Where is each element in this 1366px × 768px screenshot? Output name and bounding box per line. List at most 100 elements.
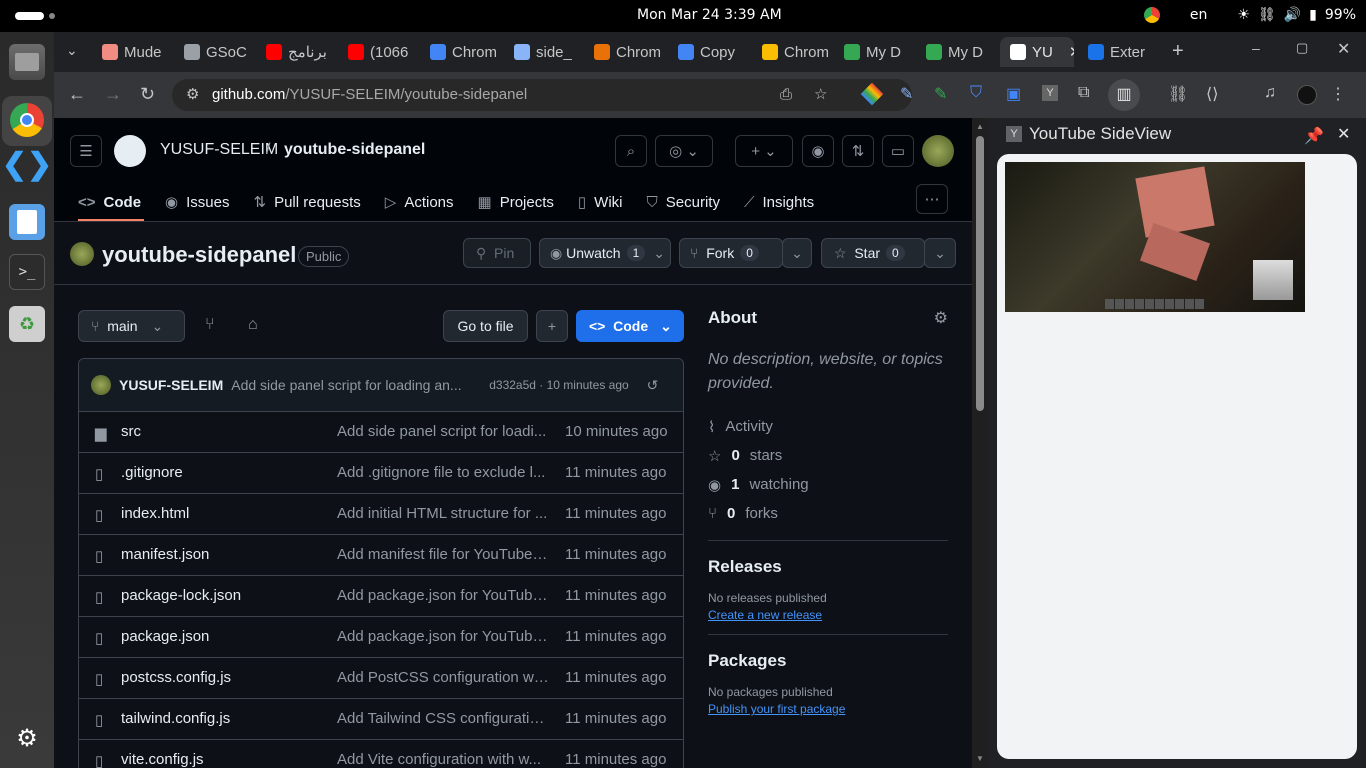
extension-translate-icon[interactable]: ▣ [1006, 84, 1021, 104]
scrollbar-thumb[interactable] [976, 136, 984, 411]
unwatch-button[interactable]: ◉ Unwatch 1 ⌄ [539, 238, 671, 268]
browser-tab[interactable]: Chrom [584, 37, 666, 67]
tags-icon[interactable]: ⌂ [248, 316, 258, 334]
commit-author[interactable]: YUSUF-SELEIM [119, 377, 223, 393]
youtube-video-player[interactable] [1005, 162, 1305, 312]
browser-tab[interactable]: Exter [1078, 37, 1156, 67]
history-icon[interactable]: ↺ [647, 377, 659, 394]
gear-icon[interactable]: ⚙ [934, 308, 948, 328]
star-button[interactable]: ☆ Star 0 [821, 238, 925, 268]
activities-indicator[interactable] [15, 12, 44, 20]
file-name[interactable]: .gitignore [121, 464, 183, 481]
scroll-down-arrow[interactable]: ▼ [976, 754, 984, 763]
file-row[interactable]: ▯ package.json Add package.json for YouTub… [79, 617, 683, 658]
tab-active[interactable]: YU ✕ [1000, 37, 1074, 67]
star-dropdown-button[interactable]: ⌄ [924, 238, 956, 268]
link-icon[interactable]: ⛓ [1168, 84, 1188, 104]
branches-icon[interactable]: ⑂ [205, 316, 215, 334]
file-commit-message[interactable]: Add Vite configuration with w... [337, 751, 549, 768]
page-scrollbar[interactable]: ▲ ▼ [972, 118, 988, 768]
text-editor-icon[interactable] [9, 204, 45, 240]
file-row[interactable]: ▯ vite.config.js Add Vite configuration wi… [79, 740, 683, 768]
trash-icon[interactable]: ♻ [9, 306, 45, 342]
forward-button[interactable]: → [104, 84, 122, 105]
file-row[interactable]: ▯ tailwind.config.js Add Tailwind CSS conf… [79, 699, 683, 740]
file-commit-message[interactable]: Add Tailwind CSS configuratio... [337, 710, 549, 727]
tab-wiki[interactable]: ▯ Wiki [578, 188, 623, 216]
forks-link[interactable]: ⑂ 0 forks [708, 499, 948, 528]
search-button[interactable]: ⌕ [615, 135, 647, 167]
tab-insights[interactable]: ⟋ Insights [744, 188, 814, 216]
author-avatar[interactable] [91, 375, 111, 395]
terminal-icon[interactable]: >_ [9, 254, 45, 290]
devtools-icon[interactable]: ⟨⟩ [1206, 84, 1218, 104]
file-name[interactable]: tailwind.config.js [121, 710, 230, 727]
file-name[interactable]: index.html [121, 505, 189, 522]
packages-title[interactable]: Packages [708, 651, 948, 671]
extension-pen-icon[interactable]: ✎ [900, 84, 913, 104]
site-info-icon[interactable]: ⚙ [186, 79, 199, 111]
file-row[interactable]: ▯ index.html Add initial HTML structure fo… [79, 494, 683, 535]
fork-button[interactable]: ⑂ Fork 0 [679, 238, 783, 268]
browser-tab[interactable]: (1066 [338, 37, 418, 67]
extension-shield-icon[interactable]: ⛉ [970, 84, 982, 102]
branch-select-button[interactable]: ⑂ main ⌄ [78, 310, 185, 342]
file-commit-message[interactable]: Add manifest file for YouTube ... [337, 546, 549, 563]
browser-tab[interactable]: side_ [504, 37, 582, 67]
browser-tab[interactable]: My D [916, 37, 998, 67]
tab-search-icon[interactable]: ⌄ [66, 42, 78, 59]
menu-kebab-icon[interactable]: ⋮ [1330, 84, 1346, 104]
pull-requests-icon-button[interactable]: ⇅ [842, 135, 874, 167]
watching-link[interactable]: ◉ 1 watching [708, 470, 948, 499]
tab-code[interactable]: <> Code [78, 188, 141, 216]
add-file-button[interactable]: + [536, 310, 568, 342]
file-commit-message[interactable]: Add package.json for YouTube... [337, 587, 549, 604]
file-commit-message[interactable]: Add .gitignore file to exclude l... [337, 464, 549, 481]
create-release-link[interactable]: Create a new release [708, 608, 948, 622]
file-commit-message[interactable]: Add package.json for YouTube... [337, 628, 549, 645]
back-button[interactable]: ← [68, 84, 86, 105]
files-icon[interactable] [9, 44, 45, 80]
new-tab-button[interactable]: + [1172, 40, 1184, 63]
user-avatar[interactable] [922, 135, 954, 167]
hamburger-menu-button[interactable]: ☰ [70, 135, 102, 167]
file-commit-message[interactable]: Add side panel script for loadi... [337, 423, 549, 440]
code-dropdown-button[interactable]: <> Code ⌄ [576, 310, 684, 342]
repo-owner-link[interactable]: YUSUF-SELEIM [160, 141, 278, 159]
file-name[interactable]: package.json [121, 628, 209, 645]
system-tray[interactable]: en ☀ ⛓ 🔊 ▮ 99% [1143, 7, 1356, 23]
minimize-button[interactable]: – [1252, 40, 1260, 56]
inbox-button[interactable]: ▭ [882, 135, 914, 167]
github-logo-icon[interactable] [114, 135, 146, 167]
commit-meta[interactable]: d332a5d · 10 minutes ago [489, 378, 628, 392]
file-row[interactable]: ▆ src Add side panel script for loadi... 10… [79, 412, 683, 453]
copilot-button[interactable]: ◎ ⌄ [655, 135, 713, 167]
extension-highlighter-icon[interactable]: ✎ [934, 84, 947, 104]
side-panel-toggle-icon[interactable]: ▥ [1108, 79, 1140, 111]
reload-button[interactable]: ↻ [140, 84, 155, 105]
file-row[interactable]: ▯ postcss.config.js Add PostCSS configurat… [79, 658, 683, 699]
file-commit-message[interactable]: Add PostCSS configuration wit... [337, 669, 549, 686]
profile-avatar[interactable] [1297, 85, 1317, 105]
browser-tab[interactable]: Mude [92, 37, 172, 67]
extensions-puzzle-icon[interactable]: ⧉ [1078, 84, 1089, 102]
browser-tab[interactable]: برنامج [256, 37, 336, 67]
language-indicator[interactable]: en [1190, 7, 1208, 23]
browser-tab[interactable]: My D [834, 37, 914, 67]
bookmark-star-icon[interactable]: ☆ [814, 79, 827, 111]
extension-diamond-icon[interactable] [860, 82, 884, 106]
media-controls-icon[interactable]: ♫ [1264, 84, 1276, 102]
tab-projects[interactable]: ▦ Projects [478, 188, 554, 216]
stars-link[interactable]: ☆ 0 stars [708, 441, 948, 470]
repo-name-link[interactable]: youtube-sidepanel [284, 141, 425, 159]
tab-actions[interactable]: ▷ Actions [385, 188, 454, 216]
file-name[interactable]: manifest.json [121, 546, 209, 563]
commit-message[interactable]: Add side panel script for loading an... [231, 377, 481, 393]
browser-tab[interactable]: GSoC [174, 37, 254, 67]
close-tab-icon[interactable]: ✕ [1069, 43, 1074, 61]
tab-pull-requests[interactable]: ⇅ Pull requests [253, 188, 360, 216]
releases-title[interactable]: Releases [708, 557, 948, 577]
maximize-button[interactable]: ▢ [1296, 40, 1308, 56]
more-nav-button[interactable]: ⋯ [916, 184, 948, 214]
file-name[interactable]: postcss.config.js [121, 669, 231, 686]
